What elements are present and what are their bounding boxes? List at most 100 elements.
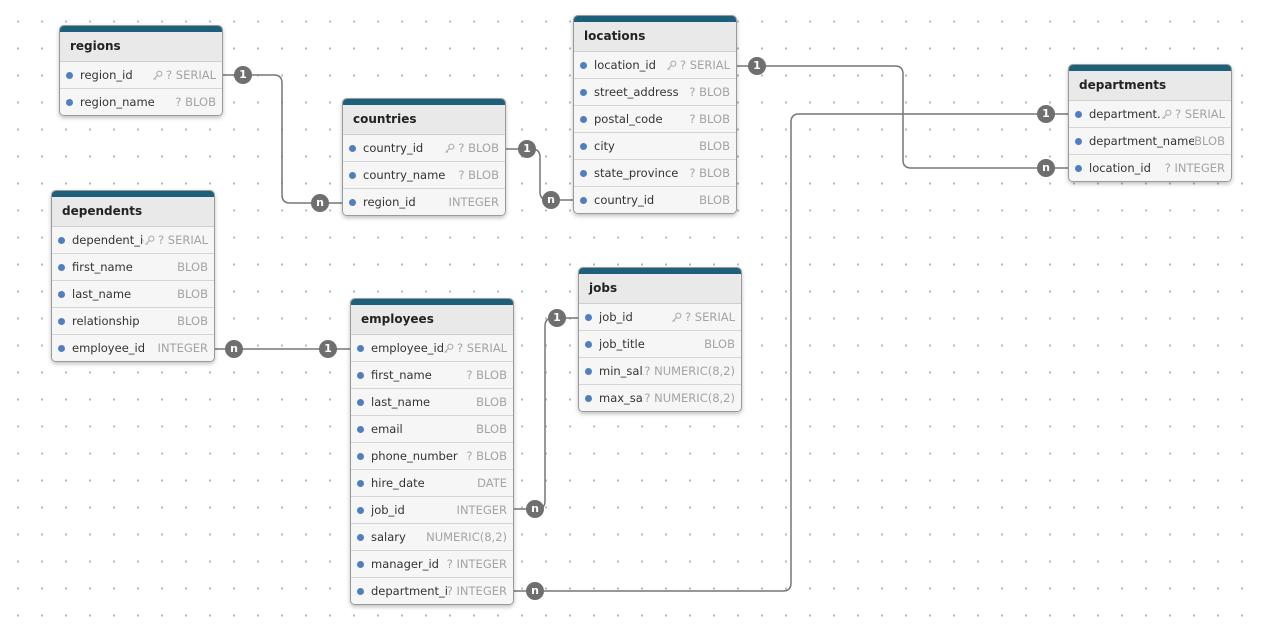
column-row[interactable]: first_name ? BLOB: [351, 362, 513, 389]
column-row[interactable]: first_name BLOB: [52, 254, 214, 281]
cardinality-badge: n: [311, 194, 329, 212]
table-title[interactable]: jobs: [579, 274, 741, 304]
column-type: BLOB: [177, 314, 208, 328]
column-row[interactable]: state_province ? BLOB: [574, 160, 736, 187]
column-row[interactable]: country_name ? BLOB: [343, 162, 505, 189]
column-dot-icon: [58, 344, 65, 352]
column-name: department...: [1089, 107, 1162, 121]
column-name: job_id: [371, 503, 405, 517]
table-title[interactable]: departments: [1069, 71, 1231, 101]
column-row[interactable]: job_id ? SERIAL: [579, 304, 741, 331]
column-name: country_id: [363, 141, 424, 155]
relationship-line[interactable]: [513, 317, 578, 510]
table-employees[interactable]: employees employee_id ? SERIAL first_name ? …: [350, 298, 514, 605]
column-dot-icon: [357, 371, 364, 379]
column-row[interactable]: country_id BLOB: [574, 187, 736, 213]
column-dot-icon: [349, 144, 356, 152]
key-icon: [671, 312, 682, 323]
column-dot-icon: [580, 142, 587, 150]
relationship-line[interactable]: [221, 74, 342, 204]
table-title[interactable]: countries: [343, 105, 505, 135]
column-row[interactable]: street_address ? BLOB: [574, 79, 736, 106]
column-dot-icon: [357, 506, 364, 514]
column-name: hire_date: [371, 476, 425, 490]
relationship-line[interactable]: [505, 148, 573, 201]
column-type: INTEGER: [157, 341, 208, 355]
column-row[interactable]: hire_date DATE: [351, 470, 513, 497]
column-row[interactable]: relationship BLOB: [52, 308, 214, 335]
column-row[interactable]: department_id? INTEGER: [351, 578, 513, 604]
column-type: INTEGER: [448, 195, 499, 209]
column-dot-icon: [585, 394, 592, 402]
table-title[interactable]: locations: [574, 22, 736, 52]
column-dot-icon: [349, 171, 356, 179]
column-row[interactable]: employee_id ? SERIAL: [351, 335, 513, 362]
column-row[interactable]: location_id ? INTEGER: [1069, 155, 1231, 181]
table-regions[interactable]: regions region_id ? SERIAL region_name ? BLO…: [59, 25, 223, 116]
column-row[interactable]: last_name BLOB: [52, 281, 214, 308]
table-title[interactable]: regions: [60, 32, 222, 62]
column-row[interactable]: min_sal...? NUMERIC(8,2): [579, 358, 741, 385]
column-dot-icon: [58, 290, 65, 298]
cardinality-badge: 1: [319, 340, 337, 358]
column-dot-icon: [58, 263, 65, 271]
column-dot-icon: [349, 198, 356, 206]
column-row[interactable]: location_id ? SERIAL: [574, 52, 736, 79]
column-row[interactable]: region_id ? SERIAL: [60, 62, 222, 89]
cardinality-badge: 1: [548, 309, 566, 327]
key-icon: [444, 143, 455, 154]
column-dot-icon: [357, 425, 364, 433]
column-row[interactable]: department... ? SERIAL: [1069, 101, 1231, 128]
column-row[interactable]: country_id ? BLOB: [343, 135, 505, 162]
column-type: ? BLOB: [175, 95, 216, 109]
column-name: postal_code: [594, 112, 663, 126]
column-row[interactable]: region_id INTEGER: [343, 189, 505, 215]
relationship-line[interactable]: [735, 65, 1068, 169]
column-dot-icon: [58, 236, 65, 244]
table-departments[interactable]: departments department...? SERIAL departme…: [1068, 64, 1232, 182]
column-name: department_name: [1089, 134, 1195, 148]
column-name: first_name: [371, 368, 432, 382]
column-row[interactable]: job_title BLOB: [579, 331, 741, 358]
column-name: country_name: [363, 168, 446, 182]
column-type: BLOB: [476, 395, 507, 409]
column-name: relationship: [72, 314, 140, 328]
column-dot-icon: [580, 61, 587, 69]
column-row[interactable]: department_name BLOB: [1069, 128, 1231, 155]
column-dot-icon: [66, 98, 73, 106]
column-dot-icon: [580, 115, 587, 123]
column-row[interactable]: manager_id ? INTEGER: [351, 551, 513, 578]
cardinality-badge: 1: [748, 57, 766, 75]
column-row[interactable]: salary NUMERIC(8,2): [351, 524, 513, 551]
column-row[interactable]: postal_code ? BLOB: [574, 106, 736, 133]
column-row[interactable]: region_name ? BLOB: [60, 89, 222, 115]
cardinality-badge: 1: [518, 140, 536, 158]
column-name: first_name: [72, 260, 133, 274]
column-type: ? BLOB: [466, 449, 507, 463]
table-title[interactable]: employees: [351, 305, 513, 335]
column-type: ? NUMERIC(8,2): [644, 391, 735, 405]
column-row[interactable]: city BLOB: [574, 133, 736, 160]
column-name: state_province: [594, 166, 679, 180]
column-type: ? BLOB: [466, 368, 507, 382]
column-row[interactable]: email BLOB: [351, 416, 513, 443]
column-name: region_id: [363, 195, 416, 209]
column-type: ? SERIAL: [166, 68, 216, 82]
column-dot-icon: [1075, 137, 1082, 145]
column-row[interactable]: job_id INTEGER: [351, 497, 513, 524]
table-title[interactable]: dependents: [52, 197, 214, 227]
column-row[interactable]: phone_number ? BLOB: [351, 443, 513, 470]
column-dot-icon: [585, 313, 592, 321]
column-dot-icon: [580, 196, 587, 204]
column-row[interactable]: dependent_id ? SERIAL: [52, 227, 214, 254]
table-locations[interactable]: locations location_id? SERIAL street_addre…: [573, 15, 737, 214]
column-name: employee_id: [72, 341, 146, 355]
column-row[interactable]: employee_id INTEGER: [52, 335, 214, 361]
table-countries[interactable]: countries country_id ? BLOB country_name ? B…: [342, 98, 506, 216]
table-jobs[interactable]: jobs job_id ? SERIAL job_title BLOB min_sal..…: [578, 267, 742, 412]
column-name: street_address: [594, 85, 679, 99]
column-name: location_id: [1089, 161, 1151, 175]
column-row[interactable]: last_name BLOB: [351, 389, 513, 416]
column-row[interactable]: max_sal...? NUMERIC(8,2): [579, 385, 741, 411]
table-dependents[interactable]: dependents dependent_id ? SERIAL first_name…: [51, 190, 215, 362]
